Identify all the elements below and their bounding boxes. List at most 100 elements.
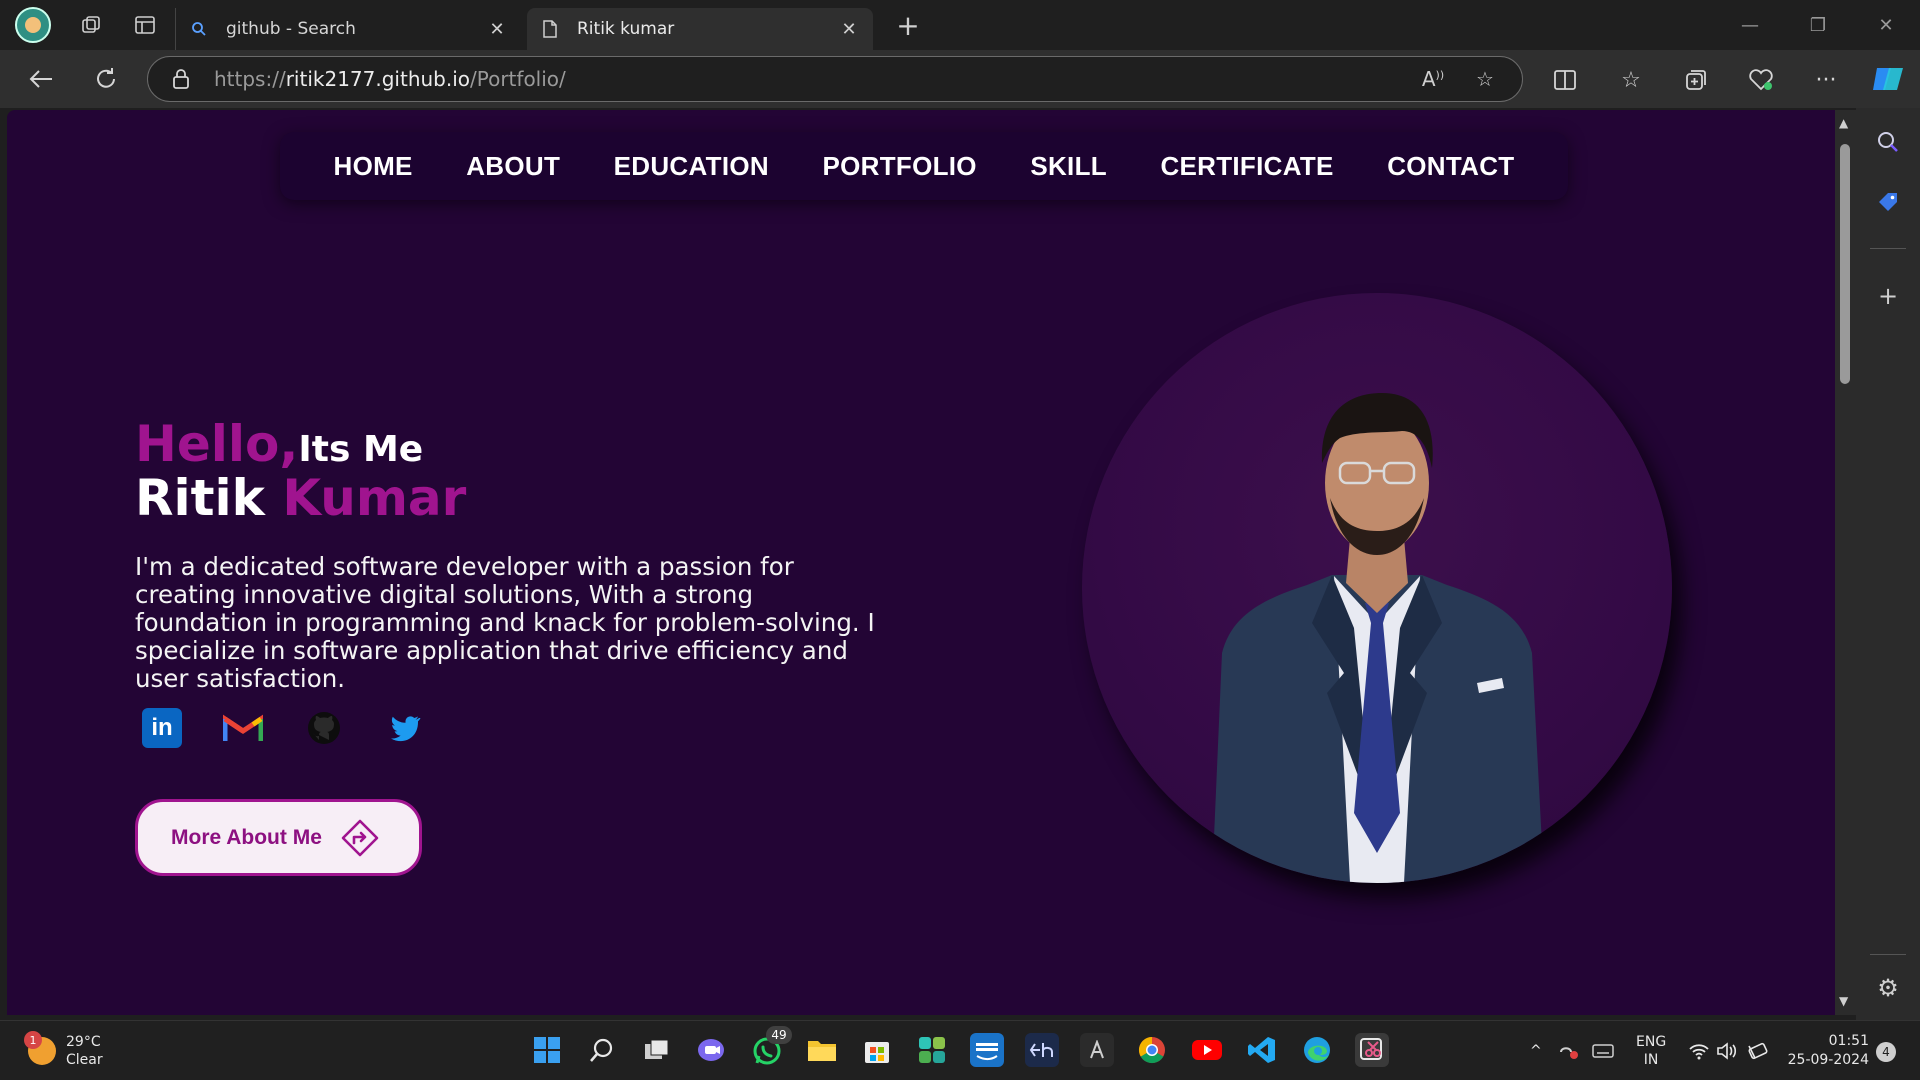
microsoft-store-icon[interactable] [860, 1033, 894, 1067]
tab-title: github - Search [226, 19, 356, 39]
whatsapp-icon[interactable]: 49 [750, 1026, 792, 1067]
close-icon[interactable]: ✕ [839, 19, 859, 40]
lang-bottom: IN [1643, 1052, 1659, 1068]
nav-about[interactable]: ABOUT [466, 151, 560, 182]
nav-home[interactable]: HOME [334, 151, 413, 182]
nav-skill[interactable]: SKILL [1030, 151, 1107, 182]
read-aloud-icon[interactable]: A)) [1418, 67, 1448, 91]
person-photo-illustration [1212, 393, 1544, 883]
back-icon[interactable] [21, 59, 61, 99]
chrome-icon[interactable] [1135, 1033, 1169, 1067]
show-hidden-icons[interactable]: ^ [1530, 1021, 1542, 1080]
widgets-app-icon[interactable] [915, 1033, 949, 1067]
browser-essentials-icon[interactable] [1747, 66, 1775, 94]
refresh-icon[interactable] [86, 59, 126, 99]
more-about-me-button[interactable]: More About Me [135, 799, 422, 876]
keyboard-icon[interactable] [1592, 1021, 1614, 1080]
weather-text: 29°C Clear [66, 1033, 103, 1069]
language-indicator[interactable]: ENG IN [1636, 1021, 1666, 1080]
file-explorer-icon[interactable] [805, 1033, 839, 1067]
page-viewport: HOME ABOUT EDUCATION PORTFOLIO SKILL CER… [7, 110, 1835, 1015]
windows-taskbar: 1 29°C Clear 49 ^ ENG IN 01:51 25-09-202… [0, 1020, 1920, 1080]
notification-badge[interactable]: 4 [1876, 1042, 1896, 1062]
tab-github-search[interactable]: github - Search ✕ [175, 8, 521, 50]
social-links: in [142, 708, 466, 748]
new-tab-button[interactable]: + [893, 9, 923, 42]
edge-sidebar: + ⚙ [1856, 108, 1920, 1020]
settings-gear-icon[interactable]: ⚙ [1874, 974, 1902, 1002]
first-name: Ritik [135, 469, 265, 527]
font-app-icon[interactable] [1080, 1033, 1114, 1067]
more-menu-icon[interactable]: ··· [1812, 66, 1840, 94]
profile-photo [1082, 293, 1672, 883]
url-path: /Portfolio/ [470, 67, 566, 91]
search-icon[interactable] [585, 1033, 619, 1067]
hero-description: I'm a dedicated software developer with … [135, 552, 875, 693]
copilot-icon[interactable] [1870, 63, 1906, 95]
clock-date: 25-09-2024 [1787, 1052, 1869, 1068]
greeting-hello: Hello, [135, 415, 299, 473]
tray-network-off-icon[interactable] [1558, 1021, 1580, 1080]
search-icon [190, 20, 208, 38]
weather-desc: Clear [66, 1052, 103, 1068]
restore-icon[interactable]: ❐ [1783, 0, 1853, 50]
collections-icon[interactable] [1682, 66, 1710, 94]
workspaces-icon[interactable] [77, 11, 105, 39]
favorite-star-icon[interactable]: ☆ [1470, 67, 1500, 91]
youtube-icon[interactable] [1190, 1033, 1224, 1067]
scroll-down-arrow-icon[interactable]: ▼ [1839, 994, 1848, 1008]
lang-top: ENG [1636, 1034, 1667, 1050]
scroll-up-arrow-icon[interactable]: ▲ [1839, 116, 1848, 130]
snipping-tool-icon[interactable] [1355, 1033, 1389, 1067]
close-icon[interactable]: ✕ [487, 19, 507, 40]
address-bar[interactable]: https://ritik2177.github.io/Portfolio/ A… [147, 56, 1523, 102]
linkedin-icon[interactable]: in [142, 708, 182, 748]
toolbar: https://ritik2177.github.io/Portfolio/ A… [0, 50, 1920, 108]
github-icon[interactable] [304, 708, 344, 748]
minimize-icon[interactable]: — [1715, 0, 1785, 50]
gmail-icon[interactable] [223, 708, 263, 748]
devhome-icon[interactable] [1025, 1033, 1059, 1067]
scrollbar-thumb[interactable] [1840, 144, 1850, 384]
volume-icon[interactable] [1716, 1021, 1738, 1080]
nav-portfolio[interactable]: PORTFOLIO [822, 151, 976, 182]
shopping-tag-icon[interactable] [1874, 188, 1902, 216]
weather-widget[interactable]: 1 29°C Clear [24, 1031, 103, 1069]
greeting: Hello,Its Me [135, 415, 895, 473]
vscode-icon[interactable] [1245, 1033, 1279, 1067]
turn-arrow-icon [340, 818, 380, 858]
wifi-icon[interactable] [1688, 1021, 1710, 1080]
weather-sun-icon: 1 [24, 1031, 56, 1065]
nav-certificate[interactable]: CERTIFICATE [1160, 151, 1333, 182]
prime-video-icon[interactable] [970, 1033, 1004, 1067]
system-clock[interactable]: 01:51 25-09-2024 [1785, 1032, 1869, 1070]
weather-badge: 1 [24, 1031, 42, 1049]
split-screen-icon[interactable] [1551, 66, 1579, 94]
nav-education[interactable]: EDUCATION [614, 151, 769, 182]
clock-time: 01:51 [1828, 1033, 1869, 1049]
battery-icon[interactable] [1746, 1021, 1770, 1080]
search-icon[interactable] [1874, 128, 1902, 156]
page-scrollbar[interactable]: ▲ ▼ [1835, 110, 1856, 1015]
sidebar-divider [1870, 954, 1906, 955]
edge-browser-icon[interactable] [1300, 1033, 1334, 1067]
tab-title: Ritik kumar [577, 19, 675, 39]
tab-strip: github - Search ✕ Ritik kumar ✕ + [0, 0, 1920, 50]
profile-avatar[interactable] [15, 7, 51, 43]
lock-icon[interactable] [172, 68, 196, 90]
add-icon[interactable]: + [1874, 282, 1902, 310]
site-navbar: HOME ABOUT EDUCATION PORTFOLIO SKILL CER… [280, 132, 1568, 200]
nav-contact[interactable]: CONTACT [1387, 151, 1514, 182]
favorites-icon[interactable]: ☆ [1617, 66, 1645, 94]
vertical-tabs-icon[interactable] [131, 11, 159, 39]
weather-temp: 29°C [66, 1034, 101, 1050]
tab-ritik-kumar[interactable]: Ritik kumar ✕ [527, 8, 873, 50]
windows-start-icon[interactable] [530, 1033, 564, 1067]
hero-name: Ritik Kumar [135, 469, 895, 527]
teams-chat-icon[interactable] [694, 1033, 728, 1067]
close-window-icon[interactable]: ✕ [1851, 0, 1920, 50]
twitter-icon[interactable] [385, 708, 425, 748]
task-view-icon[interactable] [640, 1033, 674, 1067]
url-text[interactable]: https://ritik2177.github.io/Portfolio/ [214, 67, 1418, 91]
greeting-its-me: Its Me [298, 429, 424, 470]
